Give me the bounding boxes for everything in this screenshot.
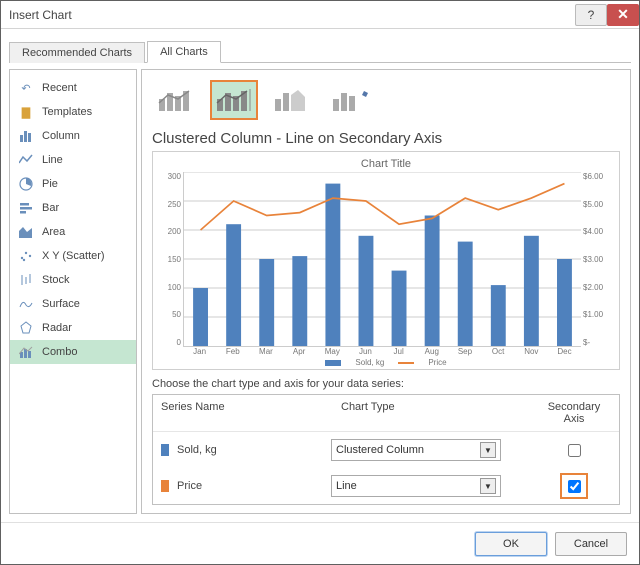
stock-icon <box>18 272 34 288</box>
chevron-down-icon: ▼ <box>480 442 496 458</box>
sidebar-item-scatter[interactable]: X Y (Scatter) <box>10 244 136 268</box>
y1-axis-labels: 300250200150100500 <box>161 172 183 347</box>
chart-type-select-sold[interactable]: Clustered Column▼ <box>331 439 501 461</box>
header-chart-type: Chart Type <box>333 395 529 431</box>
subtype-1[interactable] <box>152 80 200 120</box>
subtype-heading: Clustered Column - Line on Secondary Axi… <box>152 130 620 147</box>
chart-type-sidebar: ↶Recent ▇Templates Column Line Pie Bar A… <box>9 69 137 514</box>
choose-label: Choose the chart type and axis for your … <box>152 378 620 390</box>
tab-recommended[interactable]: Recommended Charts <box>9 42 145 63</box>
subtype-custom[interactable] <box>326 80 374 120</box>
tab-row: Recommended Charts All Charts <box>9 37 631 63</box>
sidebar-item-recent[interactable]: ↶Recent <box>10 76 136 100</box>
folder-icon: ▇ <box>18 104 34 120</box>
chart-title: Chart Title <box>161 158 611 170</box>
chart-type-select-price[interactable]: Line▼ <box>331 475 501 497</box>
series-config: Series Name Chart Type Secondary Axis So… <box>152 394 620 505</box>
chart-preview: Chart Title 300250200150100500 <box>152 151 620 370</box>
sidebar-item-templates[interactable]: ▇Templates <box>10 100 136 124</box>
sidebar-item-bar[interactable]: Bar <box>10 196 136 220</box>
help-button[interactable]: ? <box>575 4 607 26</box>
main-panel: Clustered Column - Line on Secondary Axi… <box>141 69 631 514</box>
header-series-name: Series Name <box>153 395 333 431</box>
bar-icon <box>18 200 34 216</box>
series-swatch <box>161 480 169 492</box>
ok-button[interactable]: OK <box>475 532 547 556</box>
radar-icon <box>18 320 34 336</box>
sidebar-item-pie[interactable]: Pie <box>10 172 136 196</box>
header-secondary-axis: Secondary Axis <box>529 395 619 431</box>
combo-icon <box>18 344 34 360</box>
series-row-price: Price Line▼ <box>153 468 619 504</box>
titlebar: Insert Chart ? ✕ <box>1 1 639 29</box>
subtype-row <box>152 78 620 128</box>
surface-icon <box>18 296 34 312</box>
sidebar-item-area[interactable]: Area <box>10 220 136 244</box>
area-icon <box>18 224 34 240</box>
series-row-sold: Sold, kg Clustered Column▼ <box>153 432 619 468</box>
secondary-axis-checkbox-sold[interactable] <box>568 444 581 457</box>
window-title: Insert Chart <box>9 8 72 22</box>
close-button[interactable]: ✕ <box>607 4 639 26</box>
sidebar-item-line[interactable]: Line <box>10 148 136 172</box>
recent-icon: ↶ <box>18 80 34 96</box>
plot-area <box>183 172 581 347</box>
column-icon <box>18 128 34 144</box>
cancel-button[interactable]: Cancel <box>555 532 627 556</box>
insert-chart-dialog: Insert Chart ? ✕ Recommended Charts All … <box>0 0 640 565</box>
sidebar-item-stock[interactable]: Stock <box>10 268 136 292</box>
sidebar-item-column[interactable]: Column <box>10 124 136 148</box>
scatter-icon <box>18 248 34 264</box>
legend-swatch-b <box>398 362 414 364</box>
chevron-down-icon: ▼ <box>480 478 496 494</box>
sidebar-item-surface[interactable]: Surface <box>10 292 136 316</box>
dialog-footer: OK Cancel <box>1 522 639 564</box>
y2-axis-labels: $6.00$5.00$4.00$3.00$2.00$1.00$- <box>581 172 611 347</box>
pie-icon <box>18 176 34 192</box>
line-icon <box>18 152 34 168</box>
sidebar-item-radar[interactable]: Radar <box>10 316 136 340</box>
legend-swatch-a <box>325 360 341 366</box>
subtype-3[interactable] <box>268 80 316 120</box>
subtype-2[interactable] <box>210 80 258 120</box>
chart-legend: Sold, kg Price <box>161 358 611 367</box>
series-swatch <box>161 444 169 456</box>
sidebar-item-combo[interactable]: Combo <box>10 340 136 364</box>
x-axis-labels: JanFebMarAprMayJunJulAugSepOctNovDec <box>183 347 581 356</box>
tab-all-charts[interactable]: All Charts <box>147 41 221 63</box>
secondary-axis-checkbox-price[interactable] <box>568 480 581 493</box>
